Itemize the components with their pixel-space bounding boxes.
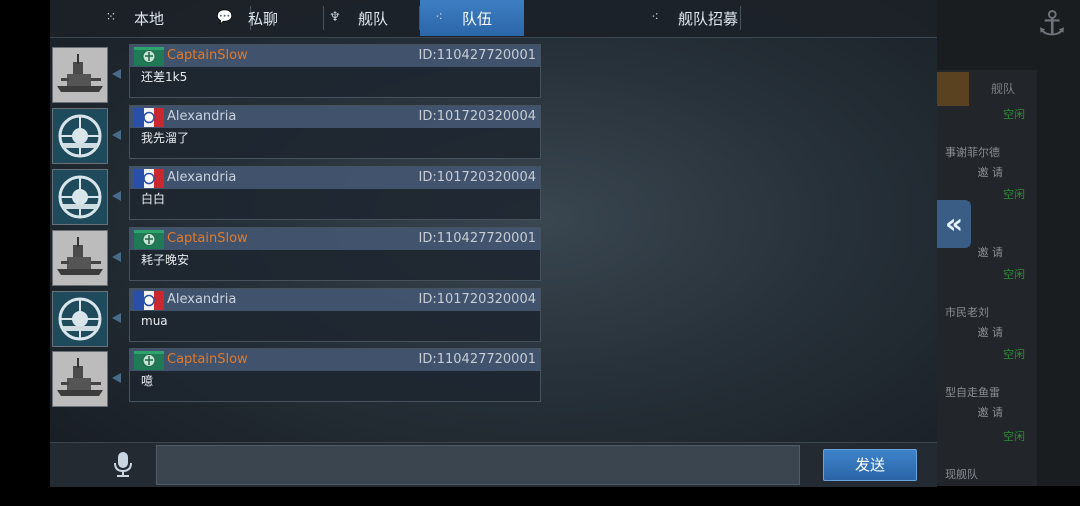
- message-header: Alexandria ID:101720320004: [130, 106, 540, 128]
- side-panel-tabs: 舰队: [937, 72, 1037, 106]
- microphone-icon[interactable]: [108, 449, 138, 479]
- side-player-item[interactable]: 空闲市民老刘邀 请: [937, 266, 1033, 344]
- emblem-avatar[interactable]: [52, 291, 108, 347]
- french-flag-icon: [134, 169, 164, 188]
- player-name: 现舰队: [945, 468, 978, 481]
- chat-message[interactable]: CaptainSlow ID:110427720001 还差1k5: [129, 44, 541, 98]
- invite-button[interactable]: 邀 请: [978, 404, 1004, 420]
- message-text: 耗子晚安: [141, 253, 190, 267]
- message-input[interactable]: [156, 445, 800, 485]
- tab-label: 私聊: [248, 9, 279, 28]
- french-flag-icon: [134, 291, 164, 310]
- tab-label: 本地: [134, 9, 165, 28]
- battleship-avatar[interactable]: [52, 47, 108, 103]
- sender-name[interactable]: CaptainSlow: [167, 351, 248, 369]
- chat-message[interactable]: Alexandria ID:101720320004 我先溜了: [129, 105, 541, 159]
- anchor-icon[interactable]: ⚓: [1032, 0, 1072, 48]
- team-icon: ⁖: [435, 10, 443, 25]
- collapse-panel-button[interactable]: «: [937, 200, 971, 248]
- message-header: Alexandria ID:101720320004: [130, 167, 540, 189]
- sender-id: ID:110427720001: [418, 48, 536, 63]
- tab-fleet[interactable]: ♆ 舰队: [324, 0, 420, 36]
- sender-id: ID:101720320004: [418, 109, 536, 124]
- side-player-item[interactable]: 空闲事谢菲尔德邀 请: [937, 106, 1033, 184]
- message-header: CaptainSlow ID:110427720001: [130, 228, 540, 250]
- player-status: 空闲: [1003, 268, 1025, 281]
- invite-button[interactable]: 邀 请: [978, 164, 1004, 180]
- chat-message[interactable]: Alexandria ID:101720320004 白白: [129, 166, 541, 220]
- chat-message[interactable]: CaptainSlow ID:110427720001 耗子晚安: [129, 227, 541, 281]
- message-text: 还差1k5: [141, 70, 188, 84]
- green-emblem-icon: [134, 230, 164, 249]
- green-emblem-icon: [134, 351, 164, 370]
- french-flag-icon: [134, 108, 164, 127]
- player-status: 空闲: [1003, 348, 1025, 361]
- recruit-icon: ⁖: [651, 10, 659, 25]
- invite-button[interactable]: 邀 请: [978, 324, 1004, 340]
- bubble-pointer: [112, 313, 121, 323]
- player-status: 空闲: [1003, 430, 1025, 443]
- player-name: 事谢菲尔德: [945, 146, 1000, 159]
- player-name: 型自走鱼雷: [945, 386, 1000, 399]
- bubble-pointer: [112, 373, 121, 383]
- sender-name[interactable]: CaptainSlow: [167, 47, 248, 65]
- message-text: 噫: [141, 374, 154, 388]
- bubble-pointer: [112, 69, 121, 79]
- sender-id: ID:110427720001: [418, 231, 536, 246]
- fleet-icon: ♆: [329, 10, 341, 25]
- chat-input-bar: 发送: [50, 442, 937, 487]
- green-emblem-icon: [134, 47, 164, 66]
- tab-label: 舰队招募: [678, 9, 739, 28]
- sender-id: ID:101720320004: [418, 292, 536, 307]
- side-player-item[interactable]: 空闲现舰队: [937, 428, 1033, 506]
- player-status: 空闲: [1003, 108, 1025, 121]
- sender-id: ID:101720320004: [418, 170, 536, 185]
- sender-name[interactable]: Alexandria: [167, 169, 236, 187]
- side-tab-partial[interactable]: [937, 72, 969, 106]
- double-chevron-left-icon: «: [944, 207, 964, 240]
- chat-message[interactable]: CaptainSlow ID:110427720001 噫: [129, 348, 541, 402]
- message-text: mua: [141, 314, 168, 328]
- chat-bubble-icon: 💬: [216, 10, 234, 25]
- player-status: 空闲: [1003, 188, 1025, 201]
- tab-label: 舰队: [358, 9, 389, 28]
- player-name: 市民老刘: [945, 306, 989, 319]
- message-text: 白白: [141, 192, 166, 206]
- sender-id: ID:110427720001: [418, 352, 536, 367]
- message-header: CaptainSlow ID:110427720001: [130, 349, 540, 371]
- message-header: CaptainSlow ID:110427720001: [130, 45, 540, 67]
- bubble-pointer: [112, 191, 121, 201]
- emblem-avatar[interactable]: [52, 169, 108, 225]
- message-text: 我先溜了: [141, 131, 190, 145]
- bubble-pointer: [112, 130, 121, 140]
- tab-team[interactable]: ⁖ 队伍: [420, 0, 524, 36]
- emblem-avatar[interactable]: [52, 108, 108, 164]
- tab-fleet-recruit[interactable]: ⁖ 舰队招募: [644, 0, 794, 36]
- sender-name[interactable]: CaptainSlow: [167, 230, 248, 248]
- globe-icon: ⁙: [105, 10, 117, 25]
- sender-name[interactable]: Alexandria: [167, 108, 236, 126]
- bubble-pointer: [112, 252, 121, 262]
- battleship-avatar[interactable]: [52, 230, 108, 286]
- battleship-avatar[interactable]: [52, 351, 108, 407]
- send-button[interactable]: 发送: [823, 449, 917, 481]
- side-player-item[interactable]: 空闲型自走鱼雷邀 请: [937, 346, 1033, 424]
- side-tab-fleet[interactable]: 舰队: [973, 72, 1033, 106]
- chat-tab-bar: ⁙ 本地 💬 私聊 ♆ 舰队 ⁖ 队伍 ⁖ 舰队招募: [50, 0, 937, 38]
- message-header: Alexandria ID:101720320004: [130, 289, 540, 311]
- invite-button[interactable]: 邀 请: [978, 244, 1004, 260]
- sender-name[interactable]: Alexandria: [167, 291, 236, 309]
- chat-message[interactable]: Alexandria ID:101720320004 mua: [129, 288, 541, 342]
- tab-label: 队伍: [462, 9, 493, 28]
- tab-private[interactable]: 💬 私聊: [214, 0, 324, 36]
